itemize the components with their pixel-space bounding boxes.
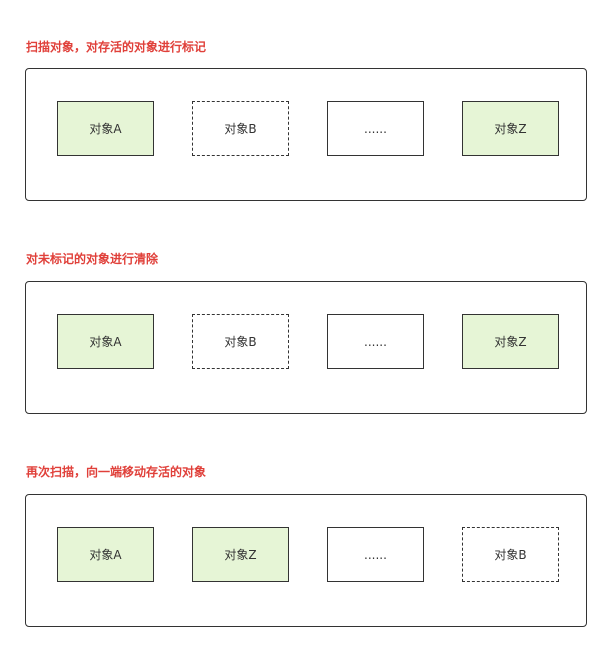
step-2-memory-frame: 对象A 对象B ...... 对象Z (25, 281, 587, 414)
step-2-title: 对未标记的对象进行清除 (26, 252, 159, 266)
step-1-title: 扫描对象，对存活的对象进行标记 (26, 40, 207, 54)
step-3-memory-frame: 对象A 对象Z ...... 对象B (25, 494, 587, 627)
step-3-object-1: 对象A (57, 527, 154, 582)
step-3-object-4: 对象B (462, 527, 559, 582)
step-3-title: 再次扫描，向一端移动存活的对象 (26, 465, 207, 479)
step-2-object-3: ...... (327, 314, 424, 369)
step-1-memory-frame: 对象A 对象B ...... 对象Z (25, 68, 587, 201)
step-2-object-2: 对象B (192, 314, 289, 369)
step-1-object-4: 对象Z (462, 101, 559, 156)
step-1-object-3: ...... (327, 101, 424, 156)
step-3-object-3: ...... (327, 527, 424, 582)
step-3-object-2: 对象Z (192, 527, 289, 582)
step-1-object-2: 对象B (192, 101, 289, 156)
step-2-object-4: 对象Z (462, 314, 559, 369)
step-1-object-1: 对象A (57, 101, 154, 156)
step-2-object-1: 对象A (57, 314, 154, 369)
